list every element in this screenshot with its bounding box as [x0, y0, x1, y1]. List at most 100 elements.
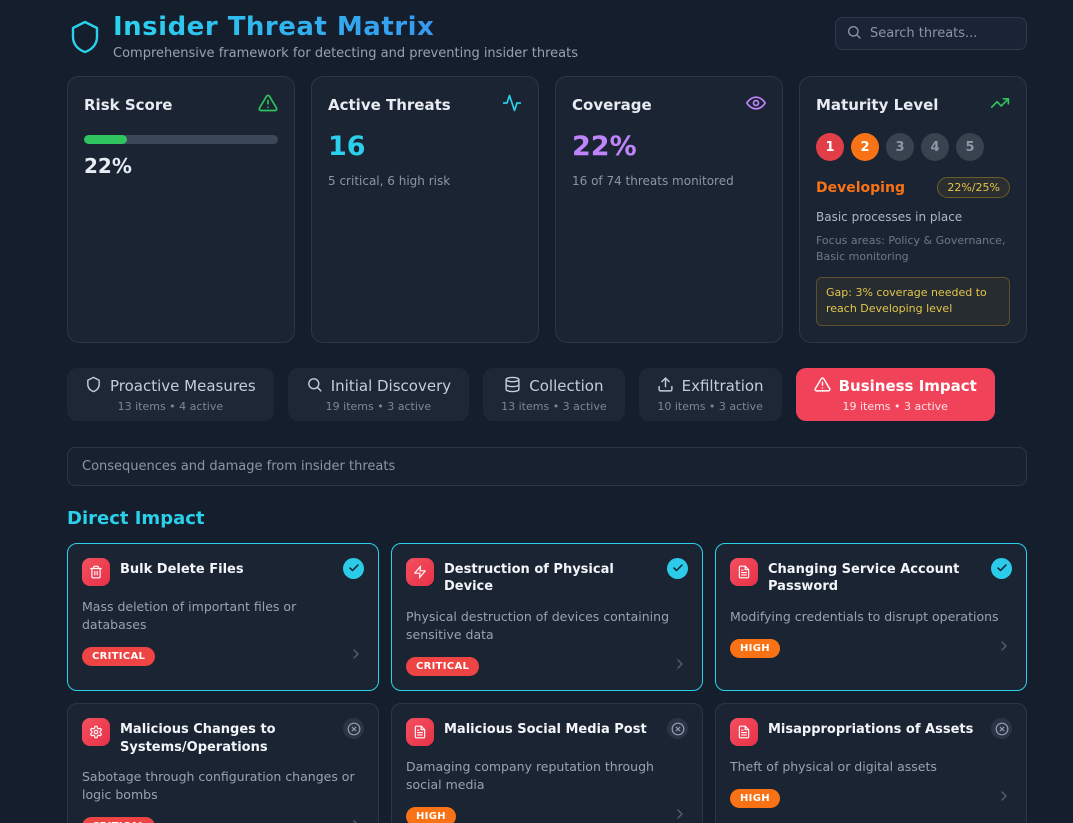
active-threats-label: Active Threats [328, 96, 451, 114]
trash-icon [82, 558, 110, 586]
chevron-right-icon[interactable] [672, 806, 688, 823]
threat-title: Bulk Delete Files [120, 558, 333, 579]
threat-title: Changing Service Account Password [768, 558, 981, 596]
maturity-level-4: 4 [921, 133, 949, 161]
maturity-gap-note: Gap: 3% coverage needed to reach Develop… [816, 277, 1010, 326]
tab-collection[interactable]: Collection 13 items • 3 active [483, 368, 625, 421]
tab-label: Business Impact [839, 377, 977, 395]
threat-card-changing-service-account-password[interactable]: Changing Service Account Password Modify… [715, 543, 1027, 691]
maturity-stage: Developing [816, 180, 905, 196]
category-tabs: Proactive Measures 13 items • 4 active I… [67, 368, 1027, 421]
coverage-label: Coverage [572, 96, 652, 114]
check-circle-icon[interactable] [343, 558, 364, 579]
x-circle-icon[interactable] [343, 718, 364, 739]
tab-meta: 10 items • 3 active [657, 400, 763, 413]
maturity-level-1: 1 [816, 133, 844, 161]
risk-score-value: 22% [84, 154, 278, 178]
tab-proactive-measures[interactable]: Proactive Measures 13 items • 4 active [67, 368, 274, 421]
maturity-card: Maturity Level 1 2 3 4 5 Developing 22%/… [799, 76, 1027, 343]
category-description: Consequences and damage from insider thr… [67, 447, 1027, 486]
direct-impact-grid: Bulk Delete Files Mass deletion of impor… [67, 543, 1027, 823]
search-icon [846, 24, 862, 44]
zap-icon [406, 558, 434, 586]
threat-title: Misappropriations of Assets [768, 718, 981, 739]
file-icon [406, 718, 434, 746]
tab-meta: 19 items • 3 active [842, 400, 948, 413]
threat-card-malicious-social-media-post[interactable]: Malicious Social Media Post Damaging com… [391, 703, 703, 823]
severity-badge: HIGH [406, 807, 456, 823]
maturity-ratio-badge: 22%/25% [937, 177, 1010, 198]
gear-icon [82, 718, 110, 746]
threat-description: Mass deletion of important files or data… [82, 598, 364, 634]
risk-progress-bar [84, 135, 278, 144]
threat-description: Physical destruction of devices containi… [406, 608, 688, 644]
stats-row: Risk Score 22% Active Threats 16 5 criti… [67, 76, 1027, 343]
file-icon [730, 558, 758, 586]
threat-card-bulk-delete-files[interactable]: Bulk Delete Files Mass deletion of impor… [67, 543, 379, 691]
database-icon [504, 376, 521, 397]
app: Insider Threat Matrix Comprehensive fram… [67, 0, 1027, 823]
brand: Insider Threat Matrix Comprehensive fram… [67, 12, 578, 62]
severity-badge: HIGH [730, 639, 780, 658]
activity-icon [502, 93, 522, 117]
shield-icon [85, 376, 102, 397]
threat-title: Malicious Social Media Post [444, 718, 657, 739]
eye-icon [746, 93, 766, 117]
maturity-focus: Focus areas: Policy & Governance, Basic … [816, 233, 1010, 265]
threat-card-destruction-physical-device[interactable]: Destruction of Physical Device Physical … [391, 543, 703, 691]
coverage-card: Coverage 22% 16 of 74 threats monitored [555, 76, 783, 343]
section-title-direct-impact: Direct Impact [67, 508, 1027, 529]
tab-label: Collection [529, 377, 603, 395]
page-title: Insider Threat Matrix [113, 12, 578, 42]
search-box[interactable] [835, 17, 1027, 50]
threat-title: Malicious Changes to Systems/Operations [120, 718, 333, 756]
page-subtitle: Comprehensive framework for detecting an… [113, 46, 578, 61]
active-threats-value: 16 [328, 131, 522, 162]
threat-description: Theft of physical or digital assets [730, 758, 1012, 776]
chevron-right-icon[interactable] [348, 646, 364, 666]
tab-exfiltration[interactable]: Exfiltration 10 items • 3 active [639, 368, 782, 421]
tab-meta: 13 items • 4 active [118, 400, 224, 413]
risk-progress-fill [84, 135, 127, 144]
x-circle-icon[interactable] [667, 718, 688, 739]
threat-card-misappropriations-of-assets[interactable]: Misappropriations of Assets Theft of phy… [715, 703, 1027, 823]
threat-description: Damaging company reputation through soci… [406, 758, 688, 794]
threat-title: Destruction of Physical Device [444, 558, 657, 596]
alert-triangle-icon [814, 376, 831, 397]
file-icon [730, 718, 758, 746]
maturity-level-2: 2 [851, 133, 879, 161]
search-input[interactable] [870, 26, 1010, 41]
threat-description: Sabotage through configuration changes o… [82, 768, 364, 804]
tab-label: Initial Discovery [331, 377, 451, 395]
search-icon [306, 376, 323, 397]
active-threats-card: Active Threats 16 5 critical, 6 high ris… [311, 76, 539, 343]
coverage-detail: 16 of 74 threats monitored [572, 174, 766, 188]
tab-business-impact[interactable]: Business Impact 19 items • 3 active [796, 368, 995, 421]
risk-score-card: Risk Score 22% [67, 76, 295, 343]
alert-triangle-icon [258, 93, 278, 117]
maturity-level-5: 5 [956, 133, 984, 161]
tab-meta: 13 items • 3 active [501, 400, 607, 413]
severity-badge: CRITICAL [82, 817, 155, 823]
tab-label: Exfiltration [682, 377, 764, 395]
x-circle-icon[interactable] [991, 718, 1012, 739]
active-threats-detail: 5 critical, 6 high risk [328, 174, 522, 188]
chevron-right-icon[interactable] [996, 638, 1012, 658]
maturity-levels: 1 2 3 4 5 [816, 133, 1010, 161]
severity-badge: CRITICAL [82, 647, 155, 666]
trending-up-icon [990, 93, 1010, 117]
check-circle-icon[interactable] [667, 558, 688, 579]
tab-initial-discovery[interactable]: Initial Discovery 19 items • 3 active [288, 368, 469, 421]
maturity-level-3: 3 [886, 133, 914, 161]
check-circle-icon[interactable] [991, 558, 1012, 579]
threat-card-malicious-changes-systems[interactable]: Malicious Changes to Systems/Operations … [67, 703, 379, 823]
upload-icon [657, 376, 674, 397]
maturity-description: Basic processes in place [816, 210, 1010, 224]
tab-label: Proactive Measures [110, 377, 256, 395]
chevron-right-icon[interactable] [672, 656, 688, 676]
chevron-right-icon[interactable] [996, 788, 1012, 808]
coverage-value: 22% [572, 131, 766, 162]
chevron-right-icon[interactable] [348, 817, 364, 823]
threat-description: Modifying credentials to disrupt operati… [730, 608, 1012, 626]
risk-score-label: Risk Score [84, 96, 172, 114]
